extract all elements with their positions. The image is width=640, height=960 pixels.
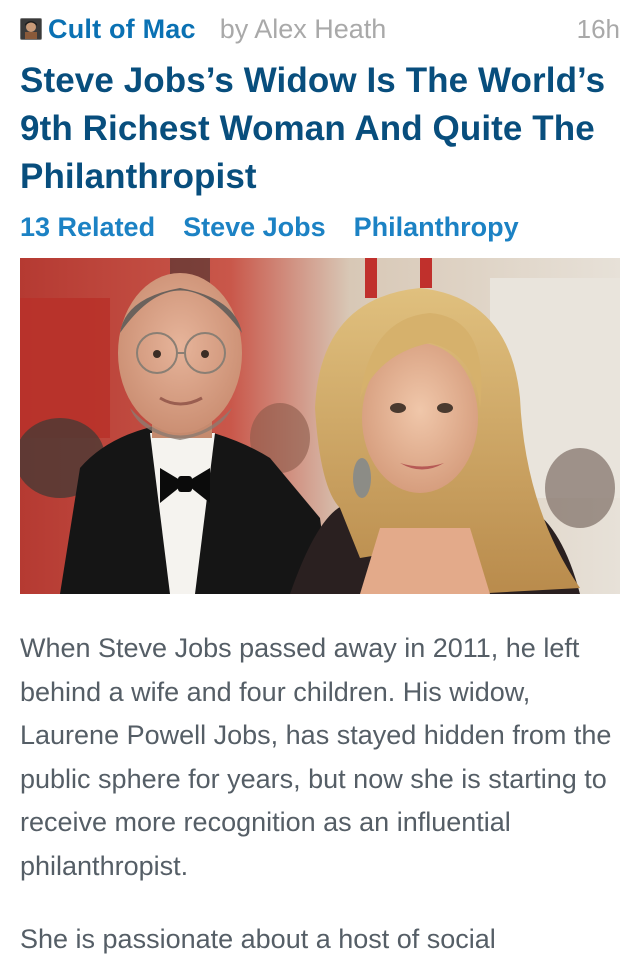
tag-steve-jobs[interactable]: Steve Jobs	[183, 212, 326, 243]
article-headline[interactable]: Steve Jobs’s Widow Is The World’s 9th Ri…	[20, 57, 620, 201]
source-link[interactable]: Cult of Mac	[48, 14, 196, 45]
tags-row: 13 Related Steve Jobs Philanthropy	[20, 207, 547, 247]
timestamp: 16h	[576, 13, 620, 44]
tag-philanthropy[interactable]: Philanthropy	[354, 212, 519, 243]
article-meta-row: Cult of Mac by Alex Heath 16h	[20, 10, 620, 48]
paragraph-2: She is passionate about a host of social	[20, 924, 496, 954]
paragraph-1: When Steve Jobs passed away in 2011, he …	[20, 633, 612, 881]
related-link[interactable]: 13 Related	[20, 212, 155, 243]
cult-of-mac-logo-icon[interactable]	[20, 18, 42, 40]
article-photo[interactable]	[20, 258, 620, 594]
author-byline: by Alex Heath	[219, 13, 387, 44]
article-body: When Steve Jobs passed away in 2011, he …	[20, 627, 620, 960]
article-page: Cult of Mac by Alex Heath 16h Steve Jobs…	[0, 0, 640, 960]
